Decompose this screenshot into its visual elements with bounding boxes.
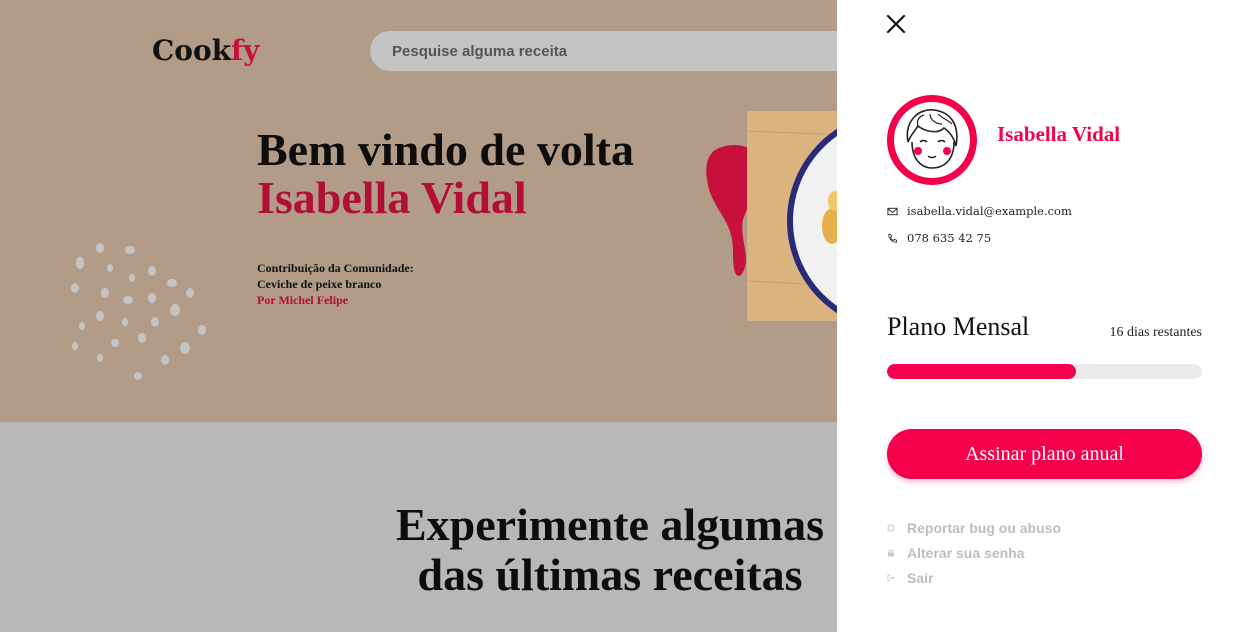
featured-recipe-image[interactable]	[747, 111, 847, 321]
profile-email: isabella.vidal@example.com	[887, 204, 1072, 218]
menu-item-change-password[interactable]: Alterar sua senha	[887, 540, 1061, 565]
logo-main: Cook	[152, 34, 232, 67]
plan-title: Plano Mensal	[887, 312, 1030, 341]
close-drawer-button[interactable]	[884, 12, 908, 36]
menu-item-logout[interactable]: Sair	[887, 565, 1061, 590]
circle-icon	[887, 523, 895, 532]
menu-item-report-bug[interactable]: Reportar bug ou abuso	[887, 515, 1061, 540]
menu-item-label: Alterar sua senha	[907, 544, 1025, 561]
latest-recipes-heading: Experimente algumas das últimas receitas	[360, 500, 860, 600]
mail-icon	[887, 207, 898, 215]
user-avatar-illustration	[894, 102, 970, 178]
app-logo[interactable]: Cookfy	[152, 34, 259, 67]
welcome-heading: Bem vindo de volta Isabella Vidal	[257, 126, 634, 222]
contribution-recipe: Ceviche de peixe branco	[257, 277, 382, 291]
phone-text: 078 635 42 75	[907, 231, 992, 245]
recipe-photo-graphic	[747, 111, 847, 321]
logo-accent: fy	[231, 34, 260, 67]
search-input[interactable]	[370, 31, 890, 71]
email-text: isabella.vidal@example.com	[907, 204, 1072, 218]
lock-icon	[888, 549, 894, 556]
section-title-line2: das últimas receitas	[417, 549, 803, 600]
phone-icon	[888, 233, 898, 243]
profile-phone: 078 635 42 75	[887, 231, 991, 245]
profile-drawer: Isabella Vidal isabella.vidal@example.co…	[837, 0, 1259, 632]
welcome-user-name: Isabella Vidal	[257, 172, 527, 223]
profile-name: Isabella Vidal	[997, 122, 1121, 146]
subscribe-annual-button[interactable]: Assinar plano anual	[887, 429, 1202, 479]
close-icon	[886, 14, 906, 34]
menu-item-label: Reportar bug ou abuso	[907, 519, 1061, 536]
contribution-author: Por Michel Felipe	[257, 293, 349, 307]
plan-remaining-days: 16 dias restantes	[1109, 325, 1202, 340]
section-title-line1: Experimente algumas	[395, 499, 824, 550]
decorative-dots	[71, 243, 206, 380]
community-contribution[interactable]: Contribuição da Comunidade: Ceviche de p…	[257, 260, 414, 308]
plan-progress-bar	[887, 364, 1202, 379]
menu-item-label: Sair	[907, 569, 934, 586]
contribution-label: Contribuição da Comunidade:	[257, 261, 414, 275]
avatar[interactable]	[887, 95, 977, 185]
search-bar[interactable]	[370, 31, 890, 71]
logout-icon	[887, 574, 895, 581]
plan-progress-fill	[887, 364, 1076, 379]
welcome-text: Bem vindo de volta	[257, 124, 634, 175]
drawer-menu: Reportar bug ou abuso Alterar sua senha …	[887, 515, 1061, 590]
